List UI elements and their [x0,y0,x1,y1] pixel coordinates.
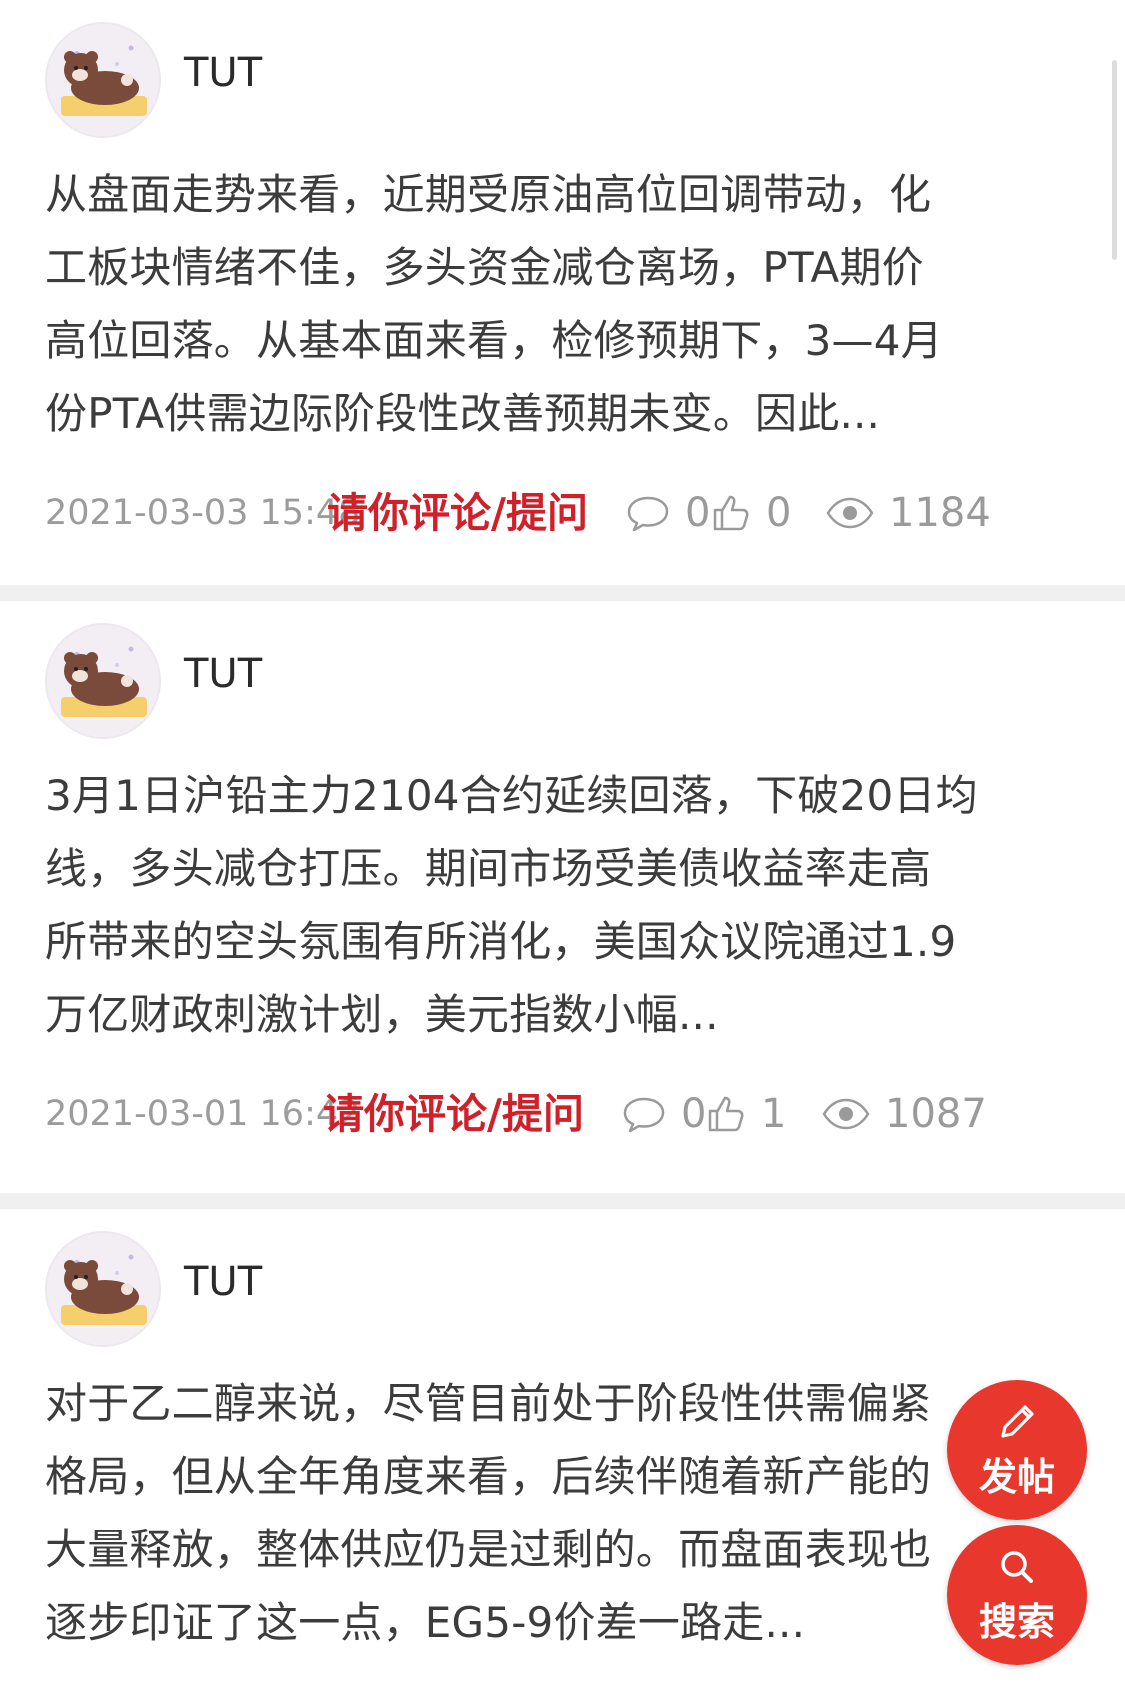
like-count-value: 1 [761,1091,787,1137]
post-content[interactable]: 从盘面走势来看，近期受原油高位回调带动，化 工板块情绪不佳，多头资金减仓离场，P… [45,158,1080,450]
content-line: 3月1日沪铅主力2104合约延续回落，下破20日均 [45,771,978,820]
search-icon [995,1545,1039,1591]
like-count-value: 0 [766,490,792,536]
new-post-button[interactable]: 发帖 [947,1380,1087,1520]
like-count[interactable]: 0 [710,485,791,541]
author-name[interactable]: TUT [184,647,262,701]
post-divider [0,1193,1125,1209]
thumbs-up-icon [705,1093,747,1135]
comment-icon [621,1095,667,1133]
content-line: 高位回落。从基本面来看，检修预期下，3—4月 [45,316,943,365]
post-time: 2021-03-01 16:42 [45,1094,361,1134]
post-content[interactable]: 3月1日沪铅主力2104合约延续回落，下破20日均 线，多头减仓打压。期间市场受… [45,759,1080,1051]
comment-prompt-link[interactable]: 请你评论/提问 [327,485,588,541]
eye-icon [821,1097,871,1131]
comment-prompt-link[interactable]: 请你评论/提问 [323,1086,584,1142]
comment-count-value: 0 [685,490,711,536]
content-line: 工板块情绪不佳，多头资金减仓离场，PTA期价 [45,243,924,292]
comment-count-value: 0 [681,1091,707,1137]
post-content[interactable]: 对于乙二醇来说，尽管目前处于阶段性供需偏紧 格局，但从全年角度来看，后续伴随着新… [45,1367,1080,1659]
content-line: 线，多头减仓打压。期间市场受美债收益率走高 [45,844,932,893]
post-card[interactable]: TUT 从盘面走势来看，近期受原油高位回调带动，化 工板块情绪不佳，多头资金减仓… [0,0,1125,585]
content-line: 所带来的空头氛围有所消化，美国众议院通过1.9 [45,917,957,966]
post-card[interactable]: TUT 3月1日沪铅主力2104合约延续回落，下破20日均 线，多头减仓打压。期… [0,601,1125,1193]
pencil-icon [995,1400,1039,1446]
new-post-label: 发帖 [978,1454,1055,1499]
content-line: 大量释放，整体供应仍是过剩的。而盘面表现也 [45,1525,932,1574]
content-line: 万亿财政刺激计划，美元指数小幅... [45,990,719,1039]
author-name[interactable]: TUT [184,1255,262,1309]
view-count-value: 1087 [885,1091,987,1137]
author-name[interactable]: TUT [184,46,262,100]
search-label: 搜索 [978,1599,1055,1644]
thumbs-up-icon [710,492,752,534]
like-count[interactable]: 1 [705,1086,786,1142]
view-count-value: 1184 [889,490,991,536]
view-count: 1087 [821,1086,987,1142]
content-line: 逐步印证了这一点，EG5-9价差一路走... [45,1598,806,1647]
comment-icon [625,494,671,532]
eye-icon [825,496,875,530]
author-avatar[interactable] [45,623,161,739]
content-line: 份PTA供需边际阶段性改善预期未变。因此... [45,389,881,438]
content-line: 对于乙二醇来说，尽管目前处于阶段性供需偏紧 [45,1379,932,1428]
comment-count[interactable]: 0 [625,485,710,541]
author-avatar[interactable] [45,1231,161,1347]
content-line: 格局，但从全年角度来看，后续伴随着新产能的 [45,1452,932,1501]
post-meta: 2021-03-01 16:42 请你评论/提问 0 1 1087 [45,1086,1085,1142]
author-avatar[interactable] [45,22,161,138]
content-line: 从盘面走势来看，近期受原油高位回调带动，化 [45,170,932,219]
view-count: 1184 [825,485,991,541]
post-time: 2021-03-03 15:48 [45,493,361,533]
search-button[interactable]: 搜索 [947,1525,1087,1665]
post-divider [0,585,1125,601]
scrollbar[interactable] [1112,60,1117,260]
post-meta: 2021-03-03 15:48 请你评论/提问 0 0 1184 [45,485,1085,541]
comment-count[interactable]: 0 [621,1086,706,1142]
